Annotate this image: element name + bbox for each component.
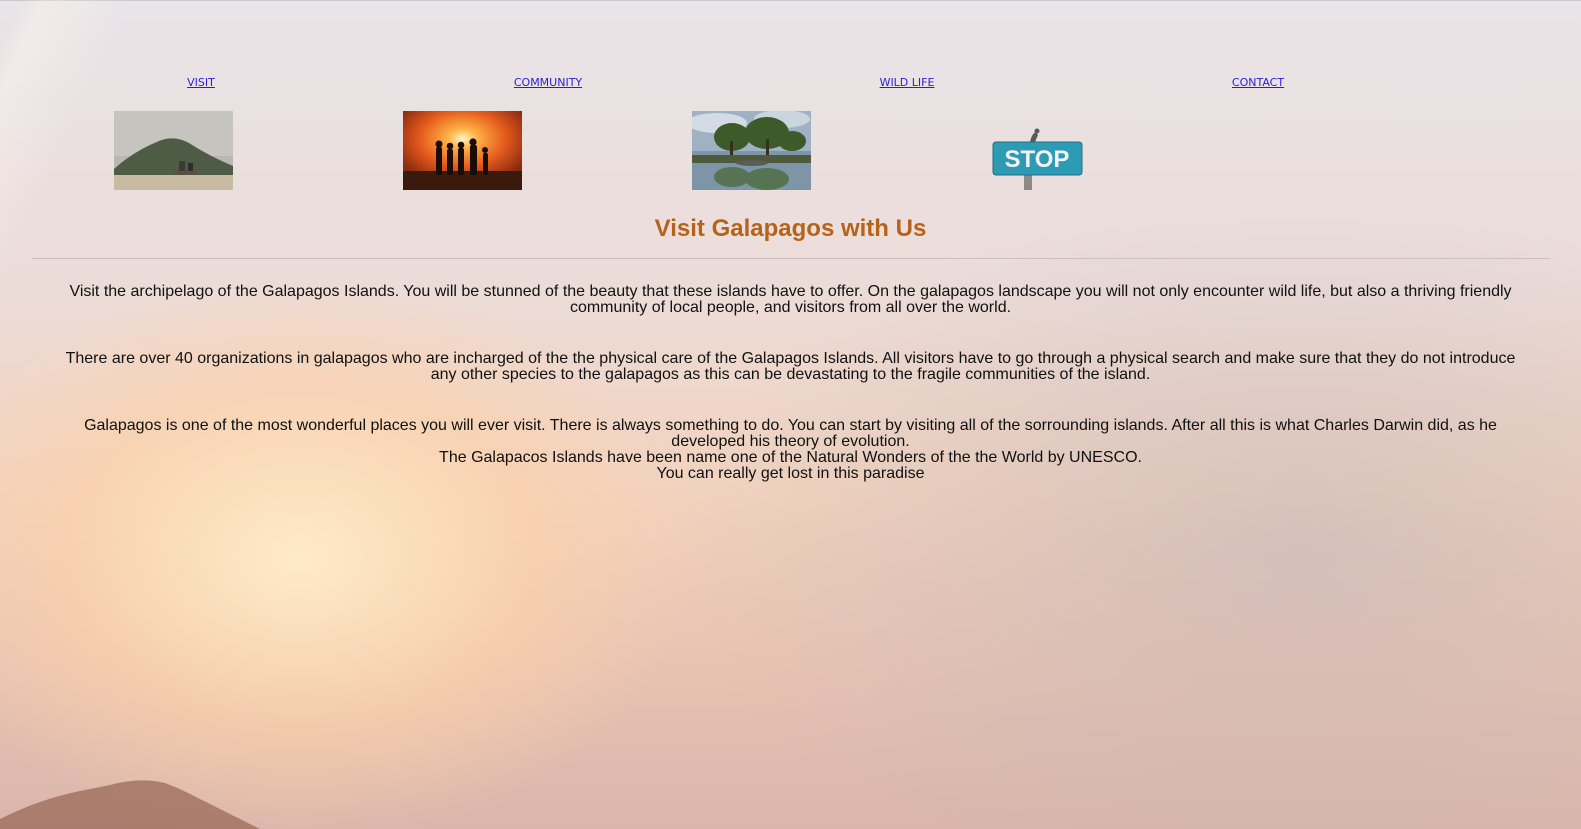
nav-link-wild-life[interactable]: WILD LIFE: [880, 76, 935, 89]
window-top-border: [0, 0, 1581, 1]
visit-island-image[interactable]: [114, 111, 233, 190]
main-nav: VISIT COMMUNITY WILD LIFE CONTACT: [0, 76, 1581, 90]
nav-link-visit[interactable]: VISIT: [187, 76, 215, 89]
background-hill-silhouette: [0, 780, 260, 829]
intro-paragraph: Visit the archipelago of the Galapagos I…: [69, 283, 1512, 316]
activities-line-darwin: Galapagos is one of the most wonderful p…: [84, 417, 1497, 450]
activities-line-paradise: You can really get lost in this paradise: [656, 465, 925, 482]
nav-link-community[interactable]: COMMUNITY: [514, 76, 582, 89]
community-sunset-image[interactable]: [403, 111, 522, 190]
activities-line-unesco: The Galapacos Islands have been name one…: [439, 449, 1142, 466]
contact-stop-sign-image[interactable]: STOP: [980, 111, 1099, 190]
activities-paragraph: Galapagos is one of the most wonderful p…: [60, 418, 1521, 482]
nav-link-contact[interactable]: CONTACT: [1232, 76, 1284, 89]
wildlife-trees-image[interactable]: [692, 111, 811, 190]
conservation-paragraph: There are over 40 organizations in galap…: [65, 350, 1516, 383]
title-divider: [32, 258, 1550, 259]
page-title: Visit Galapagos with Us: [654, 215, 927, 242]
stop-sign-text: STOP: [1005, 146, 1070, 173]
